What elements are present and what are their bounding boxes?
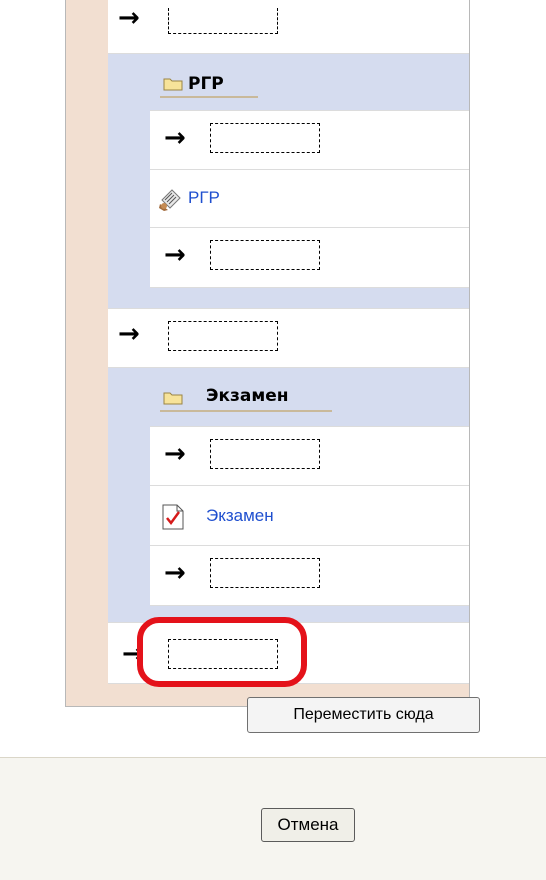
move-dropzone[interactable]: [210, 240, 320, 270]
arrow-icon: →: [118, 3, 140, 33]
left-margin-strip: [66, 0, 108, 706]
section-title: Экзамен: [206, 386, 289, 406]
quiz-icon: [162, 504, 184, 530]
section-title-underline: [160, 410, 332, 412]
cancel-button[interactable]: Отмена: [261, 808, 355, 842]
move-dropzone[interactable]: [168, 321, 278, 351]
section-title: РГР: [188, 74, 224, 94]
folder-icon: [163, 78, 183, 91]
move-target-row: →: [150, 228, 469, 288]
assignment-icon: [159, 189, 181, 211]
move-dropzone[interactable]: [210, 439, 320, 469]
activity-row: Экзамен: [150, 486, 469, 546]
highlight-circle: [137, 617, 307, 687]
folder-icon: [163, 392, 183, 405]
arrow-icon: →: [164, 123, 186, 153]
arrow-icon: →: [164, 439, 186, 469]
move-here-tooltip[interactable]: Переместить сюда: [247, 697, 480, 733]
move-dropzone[interactable]: [210, 123, 320, 153]
move-target-row: →: [150, 110, 469, 170]
arrow-icon: →: [164, 558, 186, 588]
activity-row: РГР: [150, 170, 469, 228]
move-dropzone[interactable]: [168, 8, 278, 34]
activity-link[interactable]: РГР: [188, 188, 220, 208]
move-target-row: →: [108, 308, 469, 368]
move-target-row: →: [150, 426, 469, 486]
arrow-icon: →: [118, 319, 140, 349]
activity-link[interactable]: Экзамен: [206, 506, 274, 526]
move-dropzone[interactable]: [210, 558, 320, 588]
section-title-underline: [160, 96, 258, 98]
move-target-row: →: [150, 546, 469, 606]
arrow-icon: →: [164, 240, 186, 270]
move-target-row: →: [108, 0, 469, 54]
